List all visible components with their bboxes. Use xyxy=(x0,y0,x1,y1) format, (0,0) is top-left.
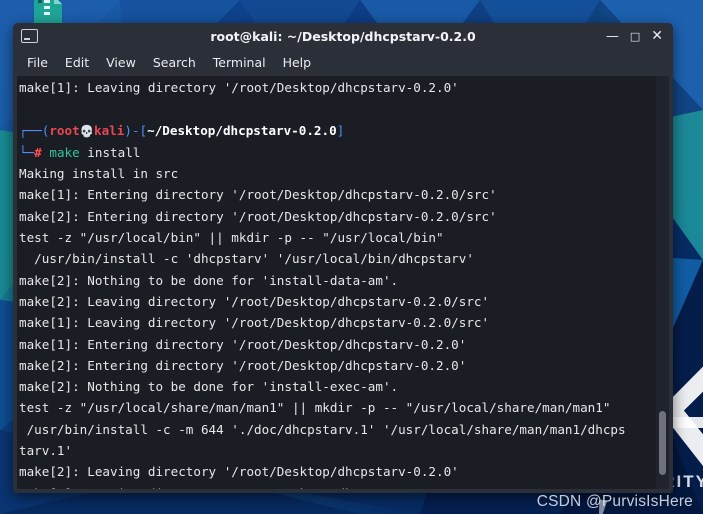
window-title: root@kali: ~/Desktop/dhcpstarv-0.2.0 xyxy=(210,28,476,44)
terminal-scrollbar[interactable] xyxy=(656,76,669,489)
csdn-watermark: CSDN @PurvisIsHere xyxy=(536,493,693,510)
terminal-command-line: └─# make install xyxy=(19,144,141,160)
terminal-output-line: make[2]: Leaving directory '/root/Deskto… xyxy=(19,464,459,480)
terminal-output-line: tarv.1' xyxy=(19,443,73,459)
scrollbar-thumb[interactable] xyxy=(659,411,666,475)
terminal-output-line: make[2]: Entering directory '/root/Deskt… xyxy=(19,357,467,373)
terminal-output-line: make[1]: Leaving directory '/root/Deskto… xyxy=(19,483,656,489)
menu-item-view[interactable]: View xyxy=(106,55,136,70)
close-button[interactable]: ✕ xyxy=(651,29,663,43)
terminal-output-line: test -z "/usr/local/bin" || mkdir -p -- … xyxy=(19,230,444,246)
terminal-output-line: test -z "/usr/local/share/man/man1" || m… xyxy=(19,400,611,416)
terminal-output-line: make[2]: Nothing to be done for 'install… xyxy=(19,379,399,395)
terminal-output-line: make[1]: Entering directory '/root/Deskt… xyxy=(19,336,467,352)
menu-item-help[interactable]: Help xyxy=(283,55,312,70)
window-controls[interactable]: — □ ✕ xyxy=(606,29,667,43)
terminal-output-line: make[1]: Leaving directory '/root/Deskto… xyxy=(19,80,459,95)
maximize-button[interactable]: □ xyxy=(630,31,640,42)
menu-item-file[interactable]: File xyxy=(27,55,48,70)
menu-item-edit[interactable]: Edit xyxy=(65,55,89,70)
terminal-output-line: /usr/bin/install -c 'dhcpstarv' '/usr/lo… xyxy=(19,251,474,267)
minimize-button[interactable]: — xyxy=(606,30,619,43)
window-titlebar[interactable]: root@kali: ~/Desktop/dhcpstarv-0.2.0 — □… xyxy=(13,23,673,49)
menu-item-search[interactable]: Search xyxy=(153,55,196,70)
terminal-output[interactable]: make[1]: Leaving directory '/root/Deskto… xyxy=(17,76,656,489)
terminal-output-line: make[1]: Entering directory '/root/Deskt… xyxy=(19,187,497,203)
terminal-output-line: Making install in src xyxy=(19,166,179,182)
terminal-prompt-line: ┌──(root💀kali)-[~/Desktop/dhcpstarv-0.2.… xyxy=(19,122,345,138)
terminal-icon xyxy=(21,29,38,43)
terminal-output-line: make[2]: Nothing to be done for 'install… xyxy=(19,272,399,288)
terminal-output-line: make[2]: Entering directory '/root/Deskt… xyxy=(19,208,497,224)
desktop: K OFFENSIVE SECURITY root@kali: ~/Deskto… xyxy=(0,0,703,514)
menu-item-terminal[interactable]: Terminal xyxy=(213,55,266,70)
menubar[interactable]: File Edit View Search Terminal Help xyxy=(13,49,673,76)
terminal-output-line: make[2]: Leaving directory '/root/Deskto… xyxy=(19,293,490,309)
terminal-output-line: make[1]: Leaving directory '/root/Deskto… xyxy=(19,315,490,331)
terminal-window[interactable]: root@kali: ~/Desktop/dhcpstarv-0.2.0 — □… xyxy=(13,23,673,493)
terminal-output-line: /usr/bin/install -c -m 644 './doc/dhcpst… xyxy=(19,421,626,437)
terminal-body[interactable]: make[1]: Leaving directory '/root/Deskto… xyxy=(17,76,669,489)
